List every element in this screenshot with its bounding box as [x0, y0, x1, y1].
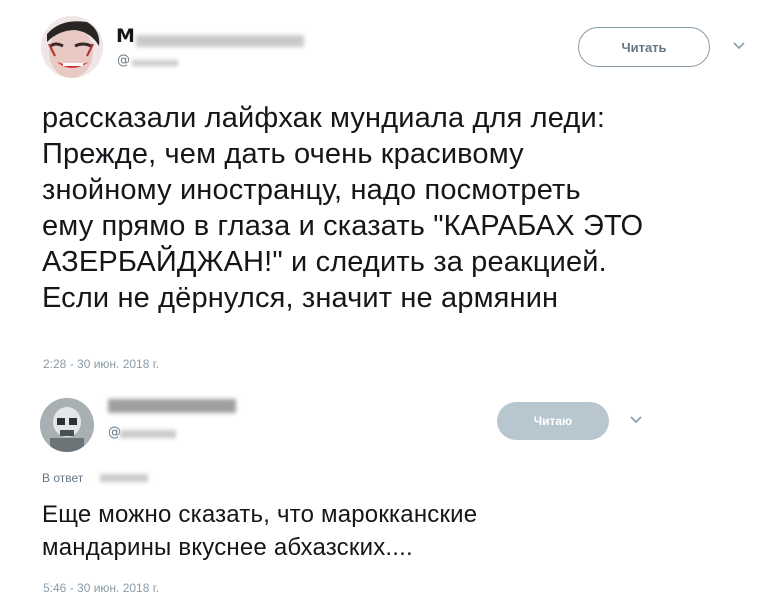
following-button-label: Читаю	[533, 414, 573, 428]
avatar[interactable]	[40, 398, 94, 452]
user-handle-text: @	[117, 53, 130, 68]
handle-redaction	[120, 430, 176, 438]
avatar[interactable]	[41, 16, 103, 78]
chevron-down-icon[interactable]	[630, 412, 642, 428]
handle-redaction	[132, 60, 178, 66]
user-name-text: М	[116, 25, 135, 47]
tweet-timestamp[interactable]: 2:28 - 30 июн. 2018 г.	[43, 357, 159, 371]
tweet-text: рассказали лайфхак мундиала для леди: Пр…	[42, 102, 644, 314]
user-handle[interactable]: @	[117, 53, 130, 68]
follow-button[interactable]: Читать	[578, 27, 710, 67]
chevron-down-icon[interactable]	[733, 38, 745, 54]
reply-to-redaction	[100, 474, 148, 482]
reply-to-label[interactable]: В ответ	[42, 471, 83, 485]
tweet-text: Еще можно сказать, что марокканские манд…	[42, 501, 478, 561]
tweet-timestamp[interactable]: 5:46 - 30 июн. 2018 г.	[43, 581, 159, 595]
avatar-image	[40, 398, 94, 452]
tweet-main: М @ Читать рассказали лайфхак мундиала д…	[0, 0, 782, 380]
follow-button-label: Читать	[621, 39, 667, 55]
name-redaction	[136, 35, 304, 47]
tweet-reply: @ Читаю В ответ Еще можно сказать, что м…	[0, 388, 782, 615]
reply-to-text: В ответ	[42, 471, 84, 485]
name-redaction	[108, 399, 236, 413]
avatar-image	[41, 16, 103, 78]
following-button[interactable]: Читаю	[497, 402, 609, 440]
